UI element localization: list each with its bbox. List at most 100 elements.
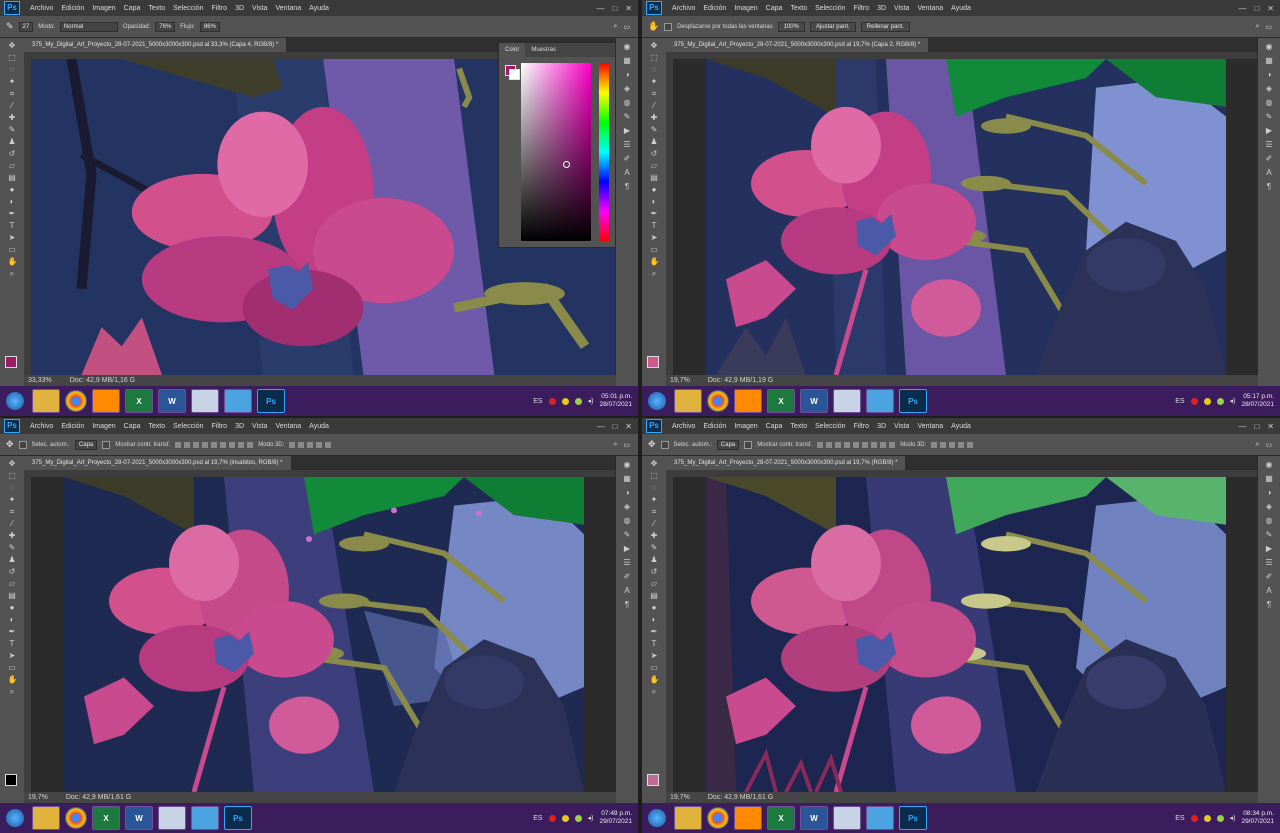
word-icon[interactable]: W xyxy=(158,389,186,413)
pen-icon[interactable]: ✒ xyxy=(650,627,659,636)
move-tool-icon[interactable]: ✥ xyxy=(8,41,17,50)
menu-vista[interactable]: Vista xyxy=(890,5,913,12)
artwork-canvas[interactable] xyxy=(64,477,584,792)
color-panel-icon[interactable]: ◉ xyxy=(1265,42,1274,51)
marquee-tool-icon[interactable]: ⬚ xyxy=(650,471,659,480)
crop-icon[interactable]: ⌗ xyxy=(650,507,659,516)
paragraph-icon[interactable]: ¶ xyxy=(623,600,632,609)
opacity-input[interactable]: 76% xyxy=(155,21,176,32)
color-tab[interactable]: Color xyxy=(499,43,526,57)
clock[interactable]: 05:01 p.m. 28/07/2021 xyxy=(599,393,632,409)
menu-filtro[interactable]: Filtro xyxy=(850,423,874,430)
layers-icon[interactable]: ◈ xyxy=(623,84,632,93)
history-brush-icon[interactable]: ↺ xyxy=(8,567,17,576)
document-icon[interactable] xyxy=(833,806,861,830)
color-panel-icon[interactable]: ◉ xyxy=(1265,460,1274,469)
mode-select[interactable]: Normal xyxy=(59,21,118,32)
tray-antivirus-icon[interactable] xyxy=(1190,814,1198,822)
pen-icon[interactable]: ✒ xyxy=(8,627,17,636)
tray-network-icon[interactable] xyxy=(1216,814,1224,822)
language-indicator[interactable]: ES xyxy=(533,815,542,822)
word-icon[interactable]: W xyxy=(125,806,153,830)
language-indicator[interactable]: ES xyxy=(1175,815,1184,822)
stamp-icon[interactable]: ♟ xyxy=(650,137,659,146)
properties-icon[interactable]: ☰ xyxy=(623,140,632,149)
zoom-level[interactable]: 19,7% xyxy=(670,794,690,801)
document-tab[interactable]: 375_My_Digital_Art_Proyecto_28-07-2021_5… xyxy=(24,38,287,52)
dodge-icon[interactable]: ◐ xyxy=(8,615,17,624)
zoom-level[interactable]: 19,7% xyxy=(670,377,690,384)
brush-tool-icon[interactable]: ✎ xyxy=(6,21,14,32)
history-icon[interactable]: ▶ xyxy=(1265,544,1274,553)
menu-archivo[interactable]: Archivo xyxy=(26,5,57,12)
eyedropper-icon[interactable]: ⁄ xyxy=(8,519,17,528)
adjustments-icon[interactable]: ◑ xyxy=(623,488,632,497)
lasso-icon[interactable]: ◌ xyxy=(650,483,659,492)
adjustments-icon[interactable]: ◑ xyxy=(623,70,632,79)
photoshop-taskbar-icon[interactable]: Ps xyxy=(899,389,927,413)
notes-icon[interactable] xyxy=(866,389,894,413)
color-panel-icon[interactable]: ◉ xyxy=(623,460,632,469)
properties-icon[interactable]: ☰ xyxy=(1265,140,1274,149)
blur-icon[interactable]: ● xyxy=(8,185,17,194)
auto-select-checkbox[interactable] xyxy=(660,440,669,449)
3d-mode-buttons[interactable] xyxy=(289,441,332,448)
menu-seleccion[interactable]: Selección xyxy=(811,5,849,12)
maximize-icon[interactable]: □ xyxy=(612,4,617,13)
auto-select-target[interactable]: Capa xyxy=(74,439,98,450)
paths-icon[interactable]: ✎ xyxy=(623,530,632,539)
menu-ventana[interactable]: Ventana xyxy=(913,423,947,430)
windows-start-icon[interactable] xyxy=(648,392,666,410)
paths-icon[interactable]: ✎ xyxy=(623,112,632,121)
character-icon[interactable]: A xyxy=(1265,168,1274,177)
menu-capa[interactable]: Capa xyxy=(120,423,145,430)
foreground-color-swatch[interactable] xyxy=(647,774,659,786)
gradient-icon[interactable]: ▤ xyxy=(8,591,17,600)
character-icon[interactable]: A xyxy=(623,168,632,177)
menu-ventana[interactable]: Ventana xyxy=(271,5,305,12)
photoshop-taskbar-icon[interactable]: Ps xyxy=(257,389,285,413)
pen-icon[interactable]: ✒ xyxy=(8,209,17,218)
saturation-field[interactable] xyxy=(521,63,591,241)
clock[interactable]: 05:17 p.m. 28/07/2021 xyxy=(1241,393,1274,409)
auto-select-checkbox[interactable] xyxy=(18,440,27,449)
eraser-icon[interactable]: ▱ xyxy=(650,161,659,170)
swatches-icon[interactable]: ▦ xyxy=(1265,474,1274,483)
chrome-icon[interactable] xyxy=(707,390,729,412)
clock[interactable]: 08:34 p.m. 29/07/2021 xyxy=(1241,810,1274,826)
maximize-icon[interactable]: □ xyxy=(1254,422,1259,431)
word-icon[interactable]: W xyxy=(800,806,828,830)
menu-3d[interactable]: 3D xyxy=(231,423,248,430)
menu-3d[interactable]: 3D xyxy=(231,5,248,12)
layers-icon[interactable]: ◈ xyxy=(1265,84,1274,93)
minimize-icon[interactable]: — xyxy=(596,422,604,431)
close-icon[interactable]: ✕ xyxy=(625,4,632,13)
scroll-all-checkbox[interactable] xyxy=(664,22,673,31)
history-brush-icon[interactable]: ↺ xyxy=(8,149,17,158)
notes-icon[interactable] xyxy=(866,806,894,830)
character-icon[interactable]: A xyxy=(623,586,632,595)
tray-app-icon[interactable] xyxy=(561,814,569,822)
paragraph-icon[interactable]: ¶ xyxy=(1265,600,1274,609)
brush-tool-icon[interactable]: ✎ xyxy=(650,543,659,552)
hand-icon[interactable]: ✋ xyxy=(648,21,659,32)
paragraph-icon[interactable]: ¶ xyxy=(623,182,632,191)
excel-icon[interactable]: X xyxy=(767,389,795,413)
minimize-icon[interactable]: — xyxy=(596,4,604,13)
menu-capa[interactable]: Capa xyxy=(120,5,145,12)
menu-imagen[interactable]: Imagen xyxy=(730,5,761,12)
brush-settings-icon[interactable]: ✐ xyxy=(1265,572,1274,581)
menu-edicion[interactable]: Edición xyxy=(699,423,730,430)
zoom-icon[interactable]: ⌕ xyxy=(8,687,17,696)
magic-wand-icon[interactable]: ✦ xyxy=(8,77,17,86)
hand-icon[interactable]: ✋ xyxy=(650,675,660,684)
menu-archivo[interactable]: Archivo xyxy=(26,423,57,430)
3d-mode-buttons[interactable] xyxy=(931,441,974,448)
hand-icon[interactable]: ✋ xyxy=(8,675,18,684)
menu-ayuda[interactable]: Ayuda xyxy=(947,5,975,12)
photoshop-taskbar-icon[interactable]: Ps xyxy=(224,806,252,830)
color-picker-marker[interactable] xyxy=(563,161,570,168)
excel-icon[interactable]: X xyxy=(767,806,795,830)
magic-wand-icon[interactable]: ✦ xyxy=(650,495,659,504)
search-icon[interactable]: ⌕ xyxy=(613,441,617,449)
